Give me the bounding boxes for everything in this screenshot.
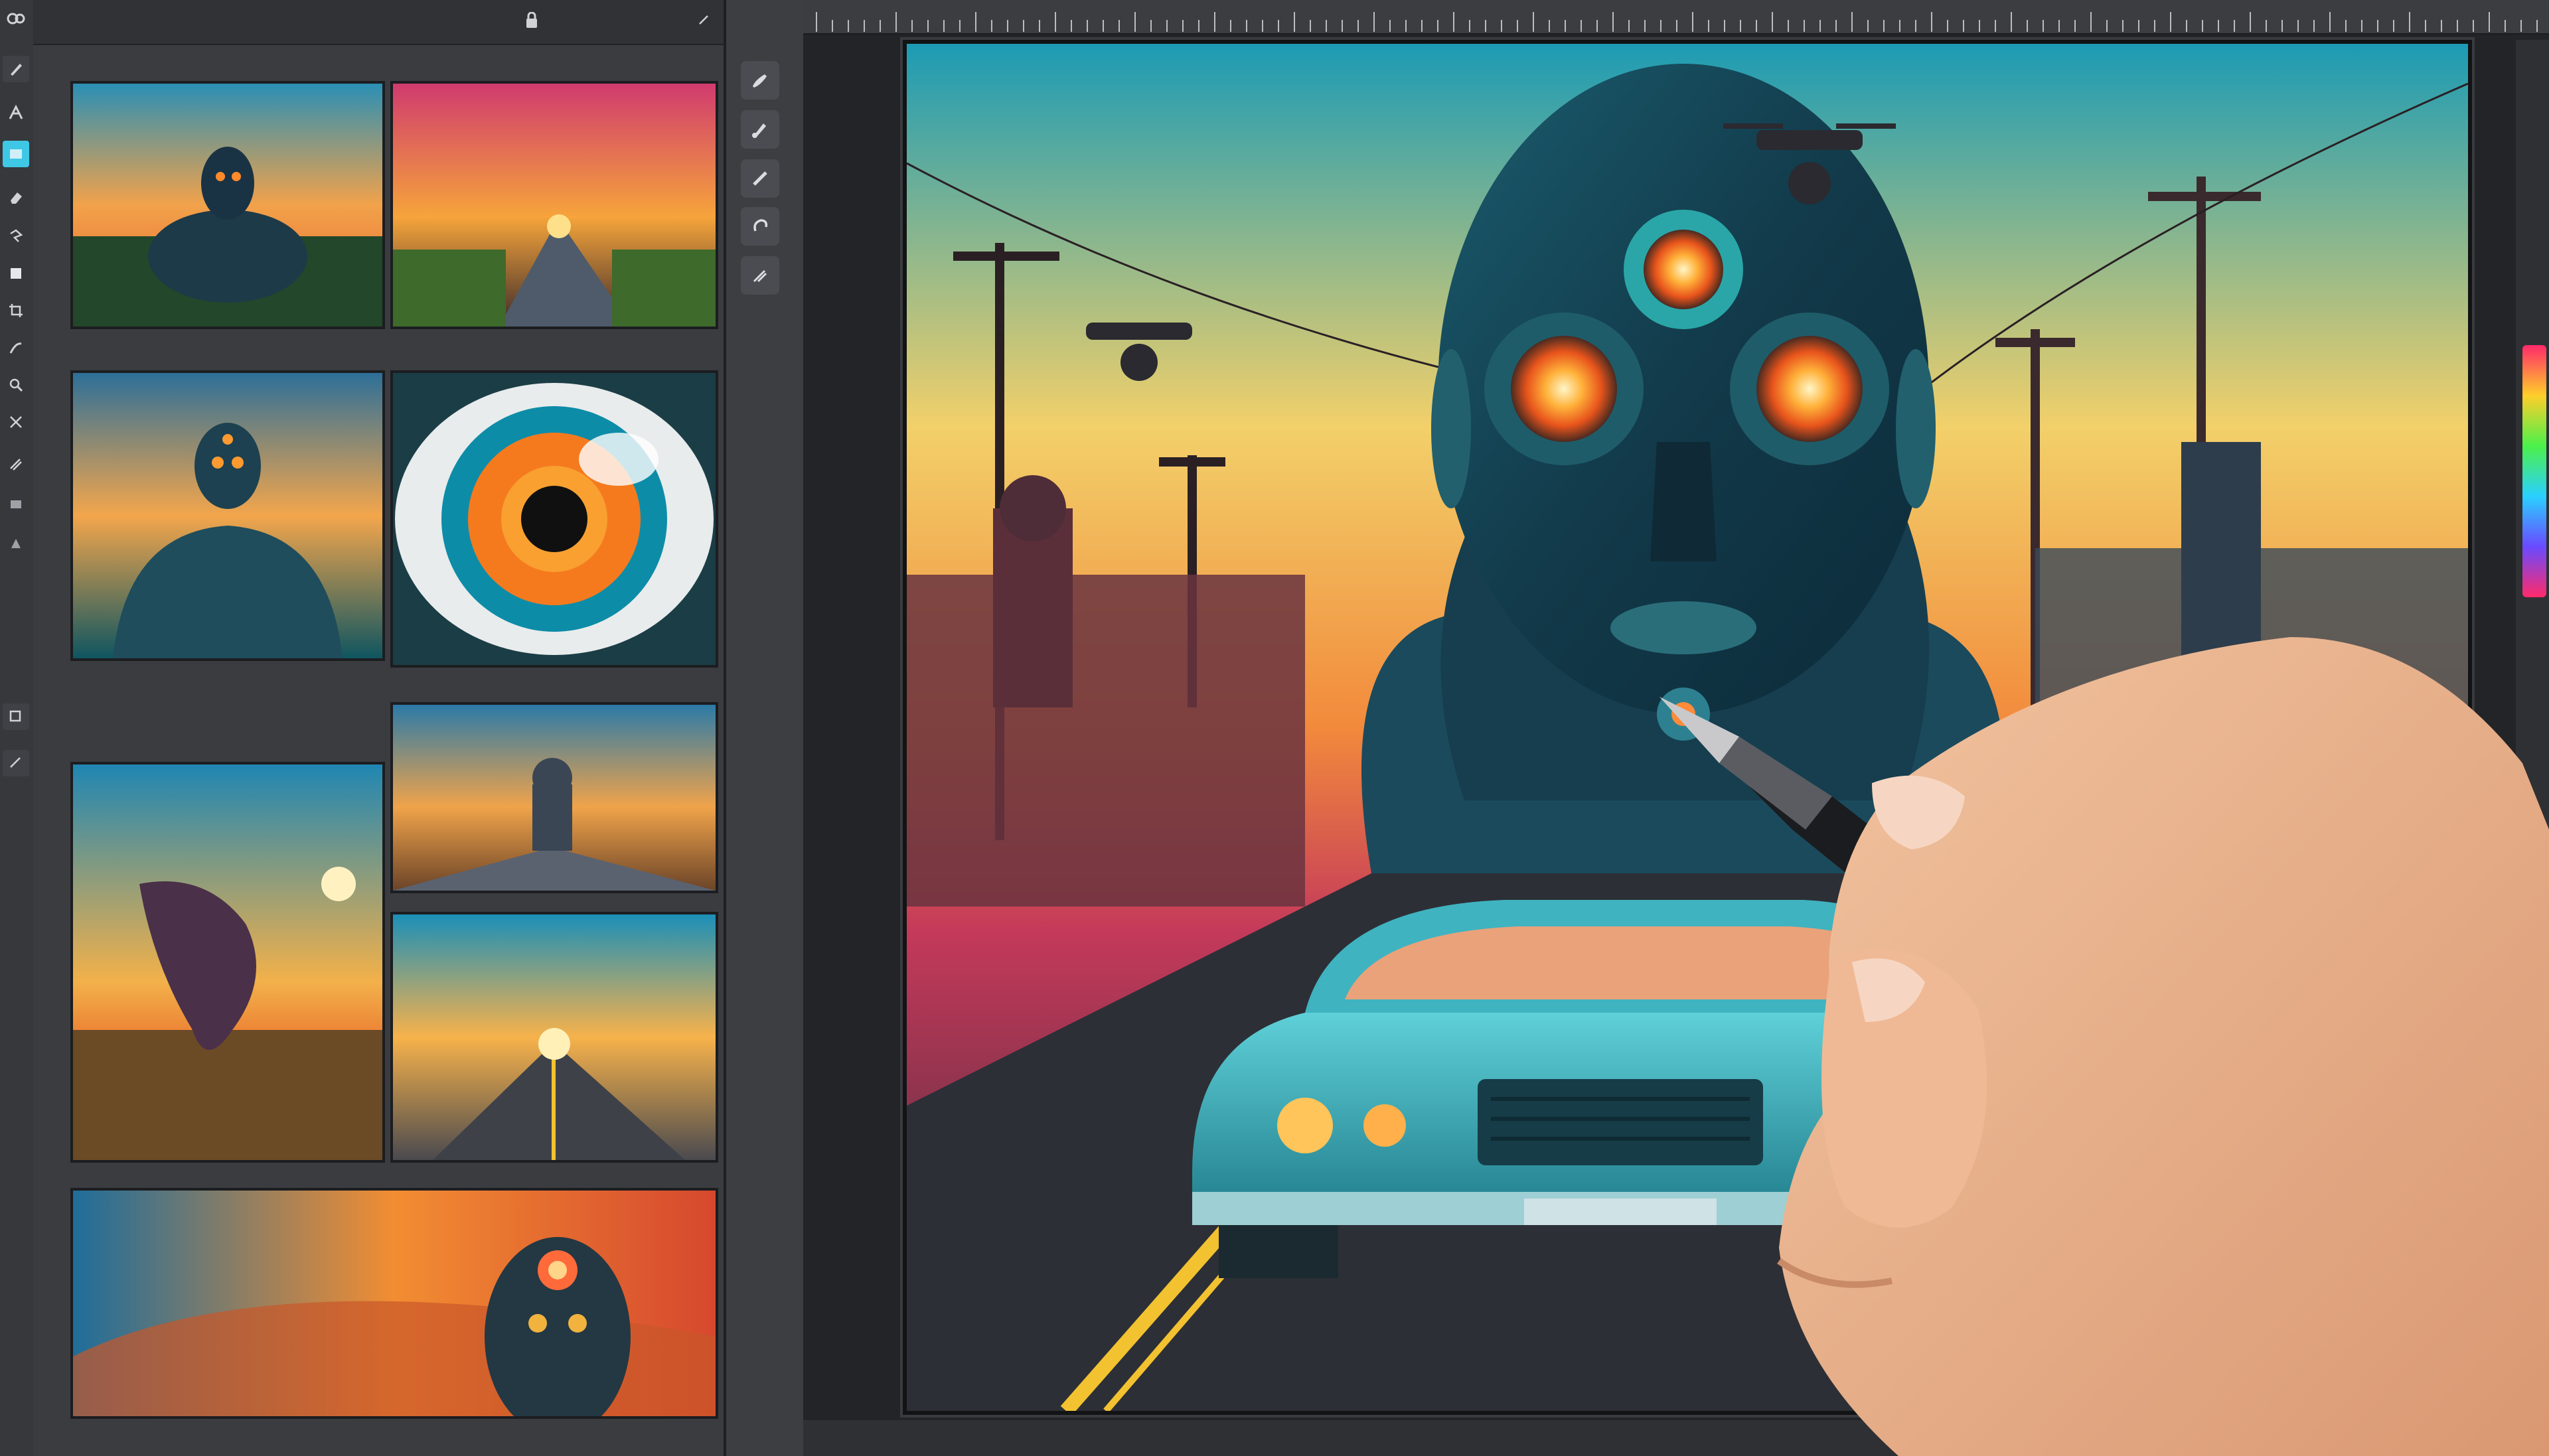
brush-icon[interactable] [3, 56, 29, 82]
crop-icon[interactable] [3, 297, 29, 324]
app-logo-icon [3, 5, 29, 32]
thumbnail-sunset-road[interactable] [390, 81, 718, 329]
thumbnail-statue-road[interactable] [390, 702, 718, 893]
dodge-icon[interactable] [3, 491, 29, 518]
hand-icon[interactable] [3, 372, 29, 398]
adjust-icon[interactable] [3, 750, 29, 776]
burn-icon[interactable] [3, 531, 29, 557]
smudge-icon[interactable] [3, 451, 29, 478]
lasso-icon[interactable] [3, 223, 29, 250]
thumbnail-highway-sunset[interactable] [390, 912, 718, 1163]
thumbnail-bird-sunset[interactable] [70, 762, 385, 1163]
lock-icon[interactable] [524, 11, 539, 33]
gallery-panel [33, 0, 726, 1456]
thumbnail-eye[interactable] [390, 370, 718, 668]
brush-tool-strip [726, 0, 806, 1456]
pen-icon[interactable] [3, 100, 29, 126]
horizontal-ruler [803, 0, 2549, 35]
thumbnail-robot-panorama[interactable] [70, 1188, 718, 1419]
shape-icon[interactable] [3, 260, 29, 287]
thumbnail-robot-figure[interactable] [70, 370, 385, 661]
eraser-icon[interactable] [3, 184, 29, 211]
zoom-icon[interactable] [3, 409, 29, 435]
status-bar [803, 1420, 2549, 1456]
gallery-header [33, 0, 724, 45]
gallery-collapse-icon[interactable] [697, 13, 710, 31]
smudge-icon[interactable] [741, 110, 779, 149]
left-toolbar [0, 0, 35, 1456]
artwork-canvas[interactable] [903, 40, 2472, 1415]
layers-icon[interactable] [3, 703, 29, 730]
gradient-icon[interactable] [3, 334, 29, 361]
thumbnail-robot-field[interactable] [70, 81, 385, 329]
blend-icon[interactable] [741, 256, 779, 295]
marquee-icon[interactable] [3, 141, 29, 167]
color-strip[interactable] [2516, 40, 2549, 1420]
pen-icon[interactable] [741, 159, 779, 198]
brush-icon[interactable] [741, 61, 779, 100]
canvas-area [803, 0, 2549, 1456]
pencil-icon[interactable] [741, 207, 779, 246]
